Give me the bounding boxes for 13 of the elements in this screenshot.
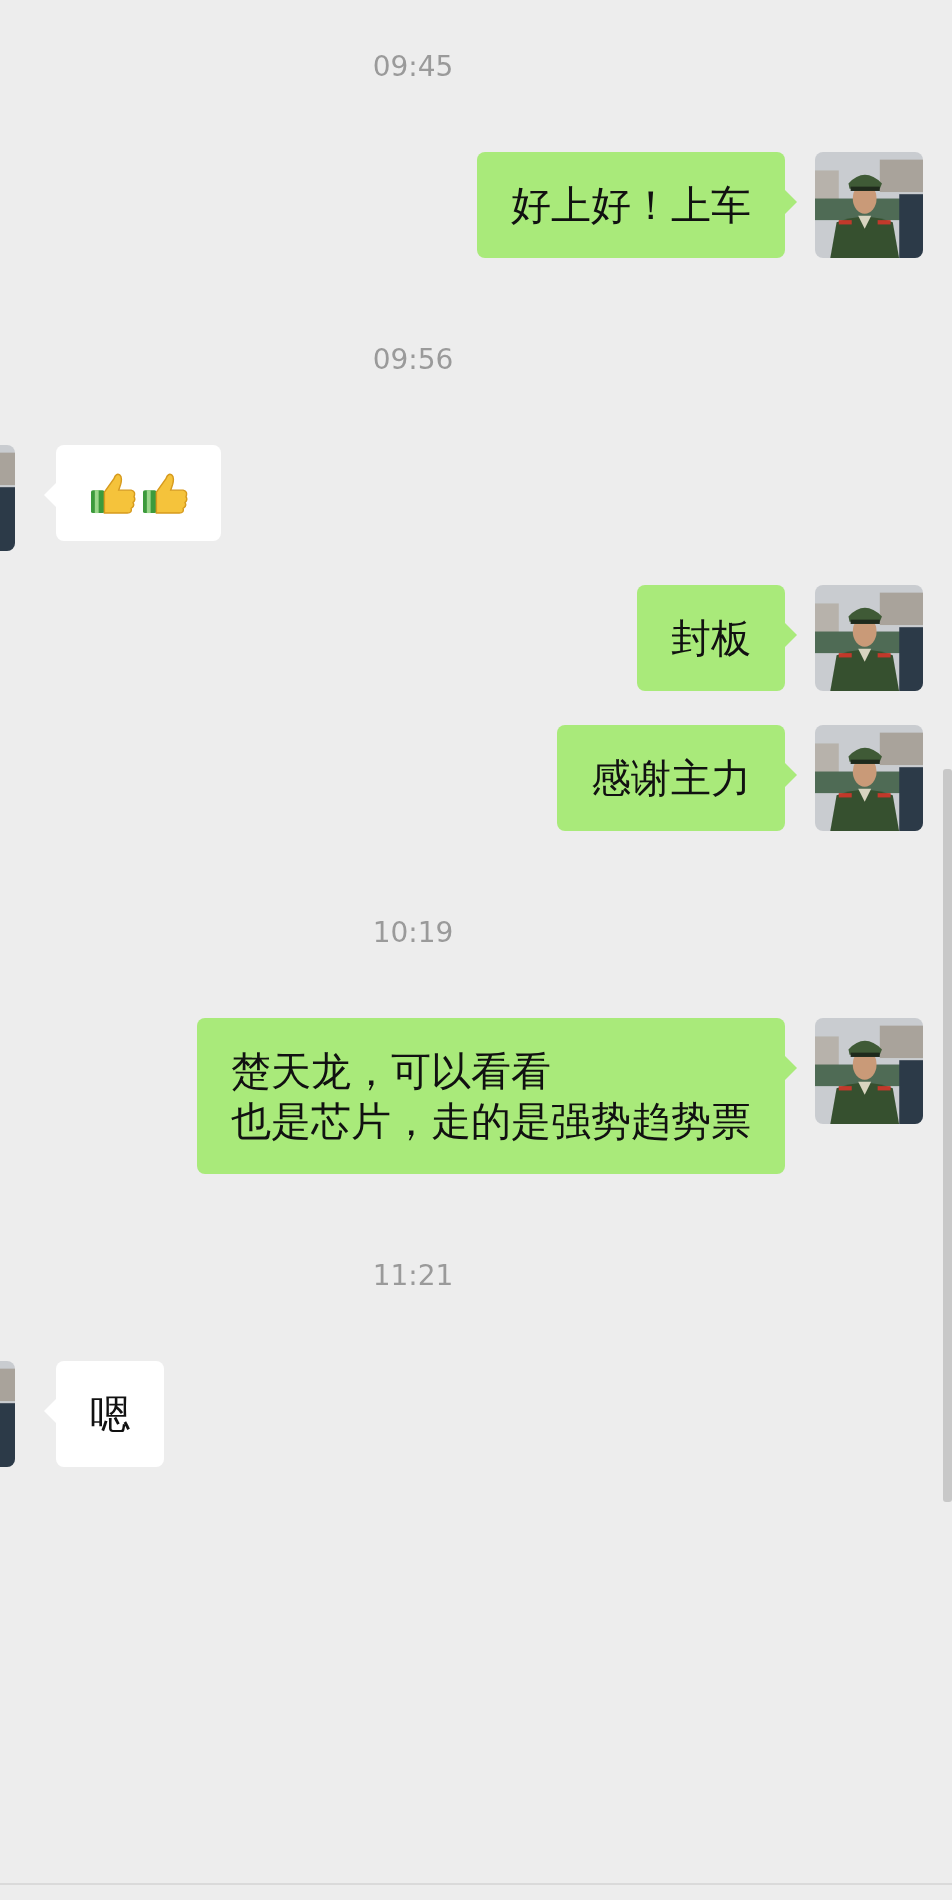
message-text: 感谢主力 [591,754,751,803]
timestamp: 10:19 [372,916,454,950]
message-text: 嗯 [90,1390,130,1439]
message-text: 封板 [671,614,751,663]
thumbs-up-icon [141,471,189,515]
message-text: 好上好！上车 [511,181,751,230]
scrollbar[interactable] [943,769,952,1502]
message-text: 楚天龙，可以看看 [231,1047,552,1096]
message-text: 也是芯片，走的是强势趋势票 [231,1097,751,1146]
timestamp: 09:56 [372,343,454,377]
thumbs-up-icon [89,471,137,515]
timestamp: 11:21 [372,1259,454,1293]
timestamp: 09:45 [372,50,454,84]
